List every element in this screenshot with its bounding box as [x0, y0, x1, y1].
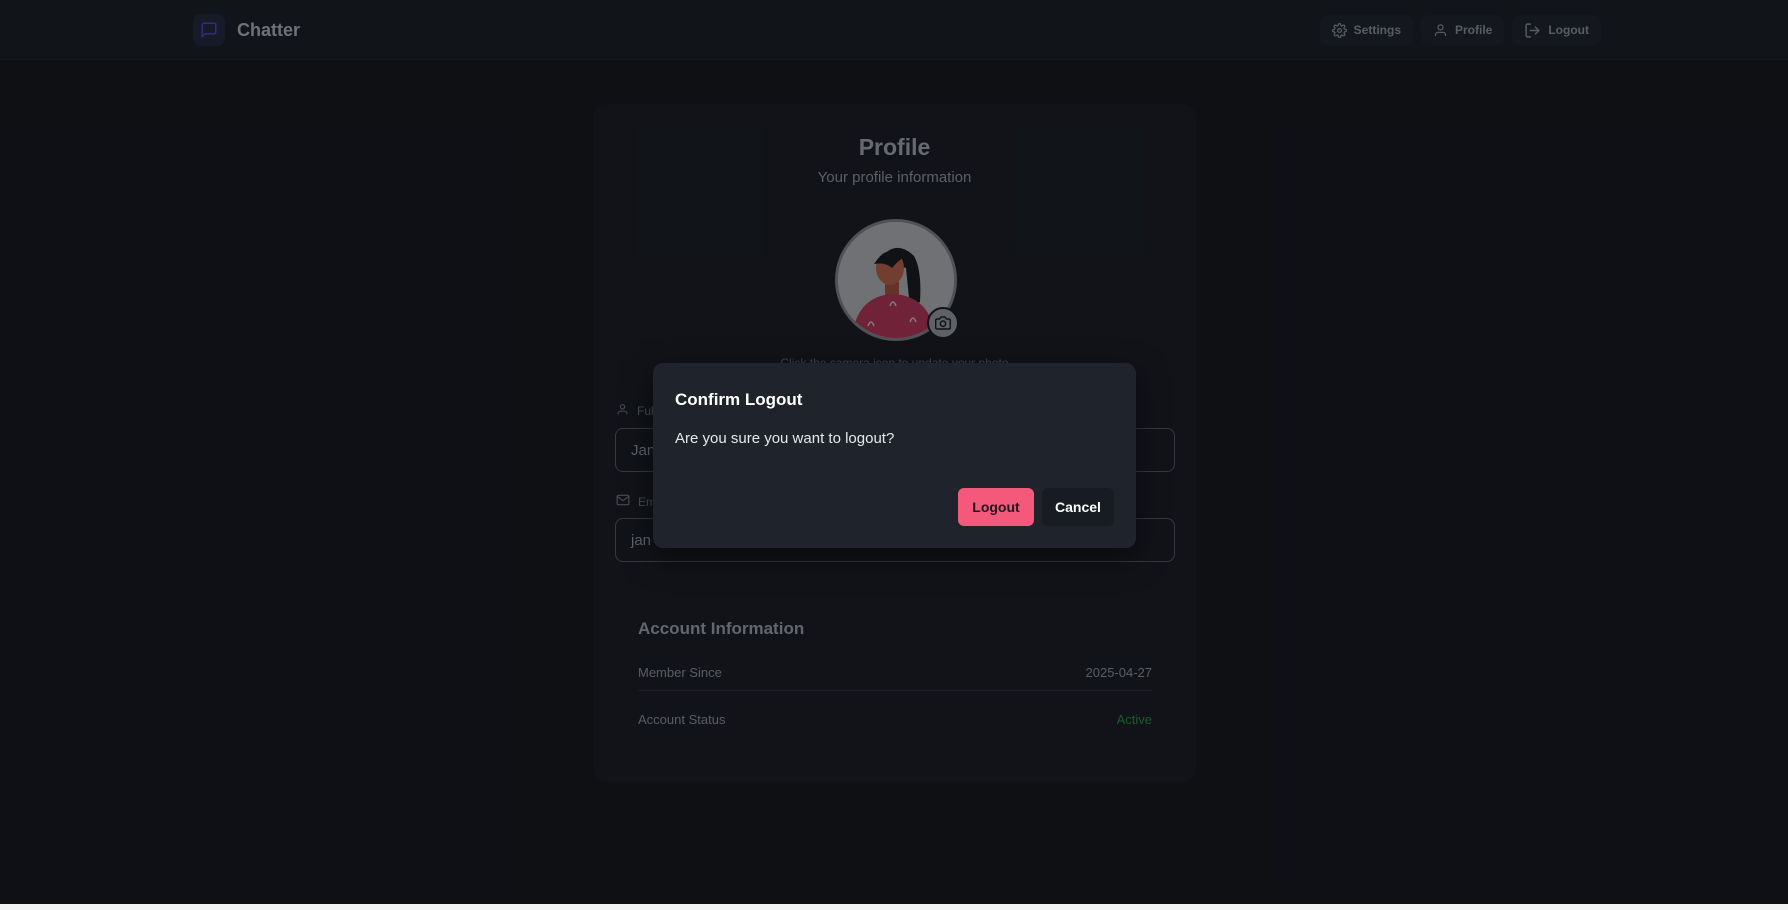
page: Chatter Settings Profile Logout Profile …	[0, 0, 1788, 910]
logout-confirm-dialog: Confirm Logout Are you sure you want to …	[653, 363, 1136, 548]
dialog-title: Confirm Logout	[675, 390, 803, 409]
confirm-logout-button[interactable]: Logout	[958, 488, 1034, 526]
cancel-button[interactable]: Cancel	[1042, 488, 1114, 526]
bottom-edge	[0, 904, 1788, 910]
dialog-message: Are you sure you want to logout?	[675, 430, 895, 447]
